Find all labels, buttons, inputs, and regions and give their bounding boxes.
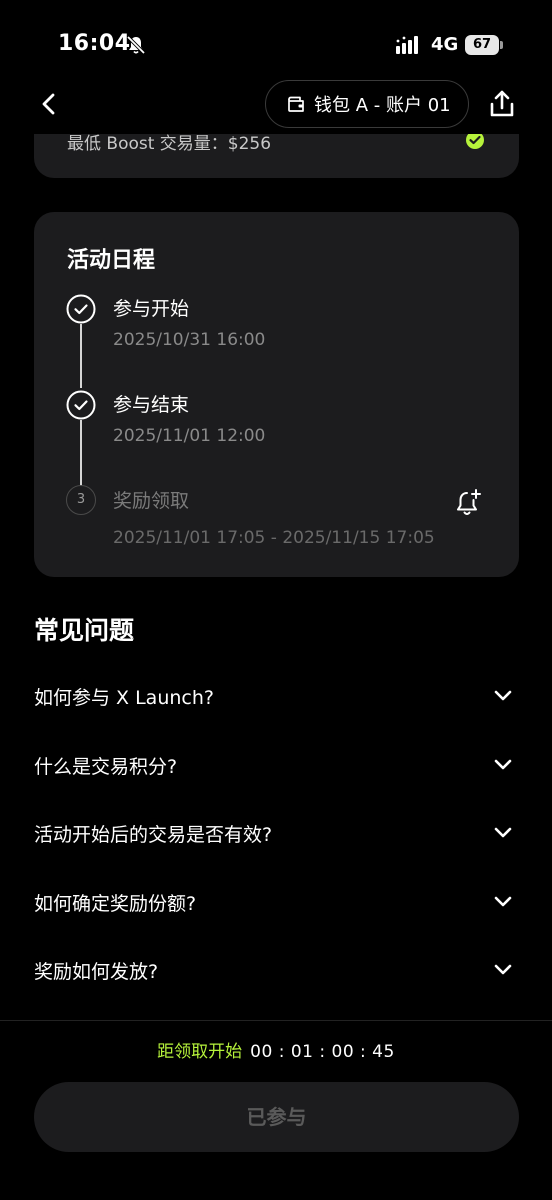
chevron-down-icon — [494, 964, 512, 975]
share-icon[interactable] — [486, 88, 518, 120]
step-label: 奖励领取 — [113, 490, 190, 512]
status-bar: 16:04 4G 67 — [0, 0, 552, 80]
battery-level: 67 — [465, 35, 499, 55]
step-number-badge: 3 — [66, 485, 96, 515]
joined-button[interactable]: 已参与 — [34, 1082, 519, 1152]
schedule-title: 活动日程 — [67, 248, 156, 273]
faq-question: 如何确定奖励份额? — [34, 893, 197, 915]
battery-icon: 67 — [465, 35, 503, 55]
step-date: 2025/10/31 16:00 — [113, 330, 266, 350]
wallet-label: 钱包 A - 账户 01 — [314, 95, 451, 116]
faq-title: 常见问题 — [34, 616, 135, 645]
wallet-account-selector[interactable]: 钱包 A - 账户 01 — [265, 80, 469, 128]
bell-off-icon — [126, 35, 146, 55]
bottom-divider — [0, 1020, 552, 1021]
chevron-down-icon — [494, 896, 512, 907]
step-label: 参与结束 — [113, 394, 190, 416]
timeline-connector — [80, 420, 82, 486]
step-date: 2025/11/01 12:00 — [113, 426, 266, 446]
chevron-down-icon — [494, 827, 512, 838]
event-detail-page: 最低 Boost 交易量：$256 16:04 4G 67 钱包 A - 账户 … — [0, 0, 552, 1200]
countdown-label: 距领取开始 — [157, 1042, 243, 1062]
countdown-time: 00 : 01 : 00 : 45 — [250, 1042, 395, 1062]
back-arrow-icon[interactable] — [34, 88, 66, 120]
network-type: 4G — [431, 34, 459, 55]
timeline-connector — [80, 324, 82, 388]
chevron-down-icon — [494, 690, 512, 701]
chevron-down-icon — [494, 759, 512, 770]
faq-question: 活动开始后的交易是否有效? — [34, 824, 273, 846]
faq-item[interactable]: 如何参与 X Launch? — [34, 672, 519, 720]
check-circle-icon — [66, 390, 96, 420]
faq-question: 奖励如何发放? — [34, 961, 159, 983]
faq-question: 什么是交易积分? — [34, 756, 178, 778]
event-schedule-card: 活动日程 参与开始 2025/10/31 16:00 参与结束 2025/11/… — [34, 212, 519, 577]
faq-item[interactable]: 奖励如何发放? — [34, 946, 519, 994]
wallet-icon — [288, 96, 304, 112]
battery-tip — [500, 41, 503, 49]
bell-plus-icon[interactable] — [455, 488, 483, 518]
faq-question: 如何参与 X Launch? — [34, 687, 214, 709]
faq-item[interactable]: 活动开始后的交易是否有效? — [34, 809, 519, 857]
step-date: 2025/11/01 17:05 - 2025/11/15 17:05 — [113, 528, 435, 548]
status-time: 16:04 — [58, 31, 131, 56]
signal-icon — [396, 36, 418, 54]
faq-item[interactable]: 什么是交易积分? — [34, 741, 519, 789]
claim-countdown: 距领取开始 00 : 01 : 00 : 45 — [0, 1037, 552, 1062]
step-label: 参与开始 — [113, 298, 190, 320]
faq-item[interactable]: 如何确定奖励份额? — [34, 878, 519, 926]
check-circle-icon — [66, 294, 96, 324]
